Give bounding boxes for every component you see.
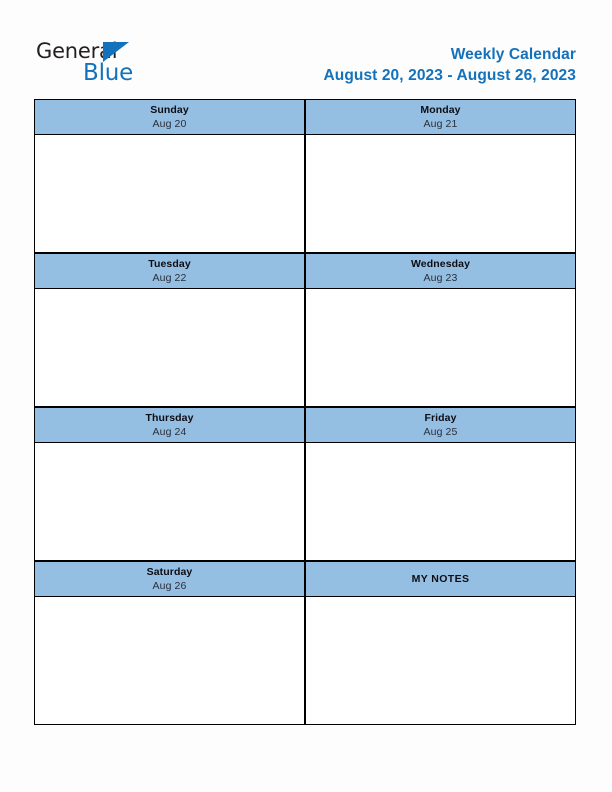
day-header-tuesday: Tuesday Aug 22: [34, 253, 305, 289]
calendar-grid: Sunday Aug 20 Monday Aug 21 Tuesday Aug …: [34, 99, 576, 725]
calendar-row: Sunday Aug 20 Monday Aug 21: [34, 99, 576, 253]
notes-title-label: MY NOTES: [411, 572, 470, 585]
day-date-label: Aug 20: [152, 117, 187, 130]
day-date-label: Aug 22: [152, 271, 187, 284]
calendar-cell-notes: MY NOTES: [305, 561, 576, 725]
logo-text-blue: Blue: [83, 60, 134, 86]
calendar-cell-wednesday: Wednesday Aug 23: [305, 253, 576, 407]
day-name-label: Thursday: [145, 411, 194, 424]
page-title: Weekly Calendar: [450, 46, 576, 63]
day-name-label: Saturday: [146, 565, 193, 578]
brand-logo: General Blue: [36, 38, 186, 86]
calendar-cell-friday: Friday Aug 25: [305, 407, 576, 561]
day-body-sunday[interactable]: [34, 135, 305, 253]
day-body-friday[interactable]: [305, 443, 576, 561]
day-date-label: Aug 21: [423, 117, 458, 130]
day-name-label: Sunday: [150, 103, 189, 116]
day-header-monday: Monday Aug 21: [305, 99, 576, 135]
day-header-friday: Friday Aug 25: [305, 407, 576, 443]
day-body-monday[interactable]: [305, 135, 576, 253]
calendar-row: Tuesday Aug 22 Wednesday Aug 23: [34, 253, 576, 407]
calendar-cell-monday: Monday Aug 21: [305, 99, 576, 253]
date-range: August 20, 2023 - August 26, 2023: [323, 67, 576, 84]
day-date-label: Aug 25: [423, 425, 458, 438]
calendar-row: Saturday Aug 26 MY NOTES: [34, 561, 576, 725]
day-name-label: Monday: [420, 103, 461, 116]
day-header-saturday: Saturday Aug 26: [34, 561, 305, 597]
calendar-cell-tuesday: Tuesday Aug 22: [34, 253, 305, 407]
day-header-wednesday: Wednesday Aug 23: [305, 253, 576, 289]
day-header-notes: MY NOTES: [305, 561, 576, 597]
day-date-label: Aug 24: [152, 425, 187, 438]
day-name-label: Friday: [424, 411, 457, 424]
day-header-sunday: Sunday Aug 20: [34, 99, 305, 135]
day-body-tuesday[interactable]: [34, 289, 305, 407]
day-name-label: Wednesday: [410, 257, 471, 270]
day-name-label: Tuesday: [148, 257, 191, 270]
day-body-wednesday[interactable]: [305, 289, 576, 407]
day-date-label: Aug 26: [152, 579, 187, 592]
calendar-cell-sunday: Sunday Aug 20: [34, 99, 305, 253]
day-body-saturday[interactable]: [34, 597, 305, 725]
notes-body[interactable]: [305, 597, 576, 725]
title-block: Weekly Calendar August 20, 2023 - August…: [323, 44, 576, 87]
page-header: General Blue Weekly Calendar August 20, …: [0, 0, 612, 99]
calendar-cell-thursday: Thursday Aug 24: [34, 407, 305, 561]
day-body-thursday[interactable]: [34, 443, 305, 561]
day-header-thursday: Thursday Aug 24: [34, 407, 305, 443]
calendar-row: Thursday Aug 24 Friday Aug 25: [34, 407, 576, 561]
calendar-cell-saturday: Saturday Aug 26: [34, 561, 305, 725]
day-date-label: Aug 23: [423, 271, 458, 284]
